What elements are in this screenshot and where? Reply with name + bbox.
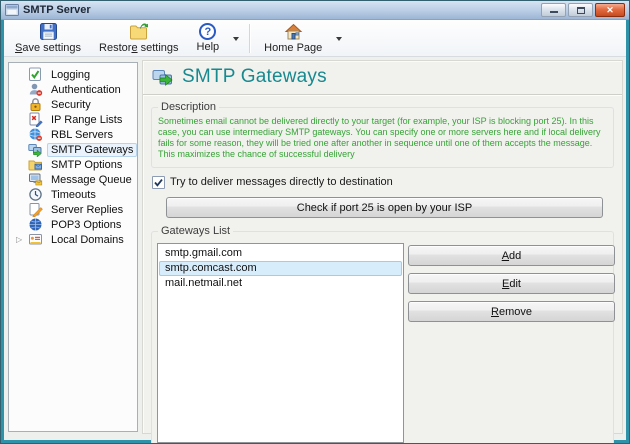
toolbar: Save settings Restore settings Help <box>4 20 626 57</box>
restore-folder-icon <box>130 23 149 40</box>
home-page-button[interactable]: Home Page <box>255 21 331 55</box>
description-text: Sometimes email cannot be delivered dire… <box>158 116 601 159</box>
authentication-icon <box>29 83 43 96</box>
help-label: Help <box>196 41 220 53</box>
deliver-directly-row: Try to deliver messages directly to dest… <box>152 175 614 189</box>
sidebar: Logging Authentication Security IP Range… <box>8 62 138 432</box>
restore-settings-label: Restore settings <box>99 42 179 54</box>
timeouts-icon <box>29 188 42 201</box>
app-window: SMTP Server Save settings <box>0 0 630 444</box>
page-title: SMTP Gateways <box>182 66 327 87</box>
checkmark-icon <box>154 178 163 187</box>
sidebar-item-smtp-options[interactable]: SMTP Options <box>9 157 137 172</box>
check-port25-button[interactable]: Check if port 25 is open by your ISP <box>166 197 603 218</box>
window-title: SMTP Server <box>23 4 91 16</box>
sidebar-item-smtp-gateways[interactable]: SMTP Gateways <box>9 142 138 157</box>
body: Logging Authentication Security IP Range… <box>4 57 626 443</box>
ip-range-lists-icon <box>29 112 43 127</box>
sidebar-item-server-replies[interactable]: Server Replies <box>9 202 137 217</box>
app-icon <box>5 4 19 16</box>
restore-settings-button[interactable]: Restore settings <box>90 21 188 55</box>
sidebar-item-local-domains[interactable]: Local Domains <box>9 232 137 247</box>
sidebar-item-security[interactable]: Security <box>9 97 137 112</box>
message-queue-icon <box>29 173 43 186</box>
rbl-servers-icon <box>29 128 42 141</box>
list-item[interactable]: mail.netmail.net <box>159 276 402 291</box>
list-item[interactable]: smtp.gmail.com <box>159 246 402 261</box>
home-icon <box>284 23 302 40</box>
gateways-groupbox: Gateways List smtp.gmail.com smtp.comcas… <box>151 225 615 443</box>
logging-icon <box>29 67 41 81</box>
window-controls <box>541 3 625 17</box>
edit-button[interactable]: Edit <box>408 273 615 294</box>
smtp-gateways-heading-icon <box>152 69 173 86</box>
sidebar-item-rbl-servers[interactable]: RBL Servers <box>9 127 137 142</box>
smtp-gateways-icon <box>28 144 42 157</box>
security-icon <box>30 98 41 111</box>
pop3-options-icon <box>29 218 42 231</box>
description-groupbox: Description Sometimes email cannot be de… <box>151 101 614 168</box>
title-bar[interactable]: SMTP Server <box>1 1 629 20</box>
local-domains-icon <box>29 234 42 245</box>
deliver-directly-label[interactable]: Try to deliver messages directly to dest… <box>170 176 393 188</box>
sidebar-item-authentication[interactable]: Authentication <box>9 82 137 97</box>
gateways-list[interactable]: smtp.gmail.com smtp.comcast.com mail.net… <box>157 243 404 443</box>
maximize-button[interactable] <box>568 3 593 17</box>
help-dropdown chevron-down-icon[interactable] <box>228 23 244 53</box>
server-replies-icon <box>29 203 43 217</box>
sidebar-item-pop3-options[interactable]: POP3 Options <box>9 217 137 232</box>
toolbar-separator <box>249 23 251 53</box>
deliver-directly-checkbox[interactable] <box>152 175 165 189</box>
expander-icon[interactable] <box>16 232 28 247</box>
home-page-dropdown chevron-down-icon[interactable] <box>331 23 347 53</box>
close-button[interactable] <box>595 3 625 17</box>
help-icon <box>199 23 217 40</box>
sidebar-item-logging[interactable]: Logging <box>9 67 137 82</box>
save-settings-button[interactable]: Save settings <box>6 21 90 55</box>
sidebar-item-timeouts[interactable]: Timeouts <box>9 187 137 202</box>
description-groupbox-label: Description <box>158 101 220 113</box>
main-panel: SMTP Gateways Description Sometimes emai… <box>142 60 623 443</box>
help-button[interactable]: Help <box>188 21 229 55</box>
page-heading: SMTP Gateways <box>143 61 622 95</box>
smtp-options-icon <box>28 160 42 171</box>
floppy-save-icon <box>39 23 57 40</box>
save-settings-label: Save settings <box>15 42 82 54</box>
minimize-button[interactable] <box>541 3 566 17</box>
gateways-groupbox-label: Gateways List <box>158 225 234 237</box>
add-button[interactable]: Add <box>408 245 615 266</box>
list-item-selected[interactable]: smtp.comcast.com <box>159 261 402 276</box>
home-page-label: Home Page <box>264 42 323 54</box>
remove-button[interactable]: Remove <box>408 301 615 322</box>
sidebar-item-ip-range-lists[interactable]: IP Range Lists <box>9 112 137 127</box>
sidebar-item-message-queue[interactable]: Message Queue <box>9 172 137 187</box>
